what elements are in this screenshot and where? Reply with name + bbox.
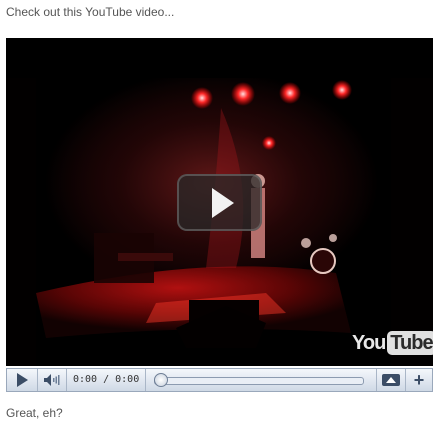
progress-track[interactable]: [154, 377, 364, 385]
youtube-logo-you: You: [352, 331, 386, 354]
plus-button[interactable]: +: [406, 369, 432, 391]
volume-icon: [44, 374, 60, 386]
post-intro-text: Check out this YouTube video...: [6, 5, 175, 19]
player-control-bar: 0:00 / 0:00 +: [6, 368, 433, 392]
play-overlay-icon: [211, 187, 234, 218]
expand-icon: [382, 374, 400, 386]
play-icon: [16, 373, 28, 387]
video-frame[interactable]: You Tube: [6, 38, 433, 366]
play-button[interactable]: [7, 369, 38, 391]
youtube-logo-tube: Tube: [387, 331, 433, 355]
play-overlay-button[interactable]: [177, 174, 262, 231]
youtube-player: You Tube 0:00 / 0:00 +: [6, 38, 433, 393]
volume-button[interactable]: [38, 369, 67, 391]
time-display: 0:00 / 0:00: [67, 369, 147, 391]
progress-bar[interactable]: [146, 369, 376, 391]
post-outro-text: Great, eh?: [6, 406, 63, 420]
expand-button[interactable]: [376, 369, 406, 391]
youtube-logo[interactable]: You Tube: [352, 331, 433, 355]
